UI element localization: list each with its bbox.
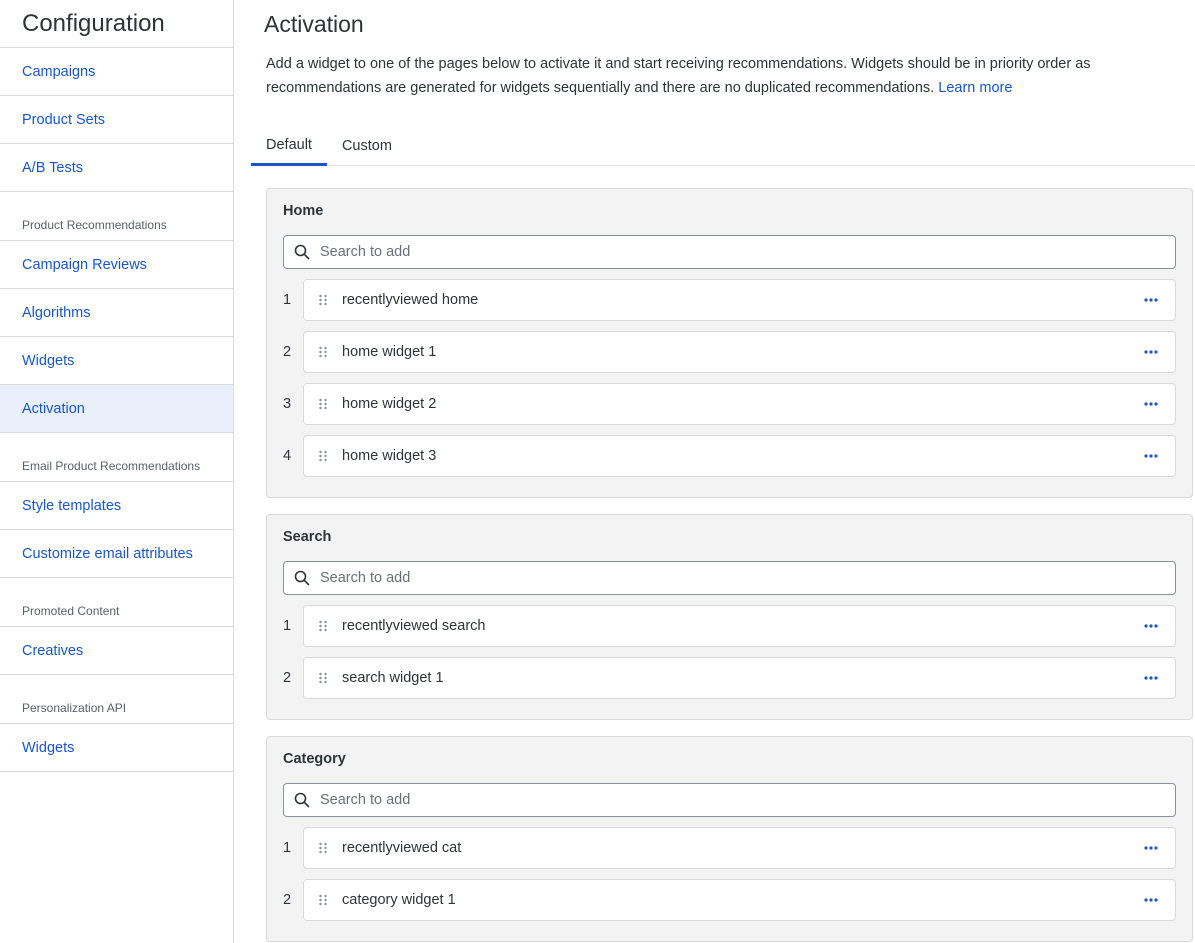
sidebar-item-ab-tests[interactable]: A/B Tests	[0, 144, 233, 192]
widget-name: search widget 1	[342, 670, 444, 686]
widget-name: home widget 3	[342, 448, 437, 464]
sidebar-item-campaign-reviews[interactable]: Campaign Reviews	[0, 241, 233, 289]
search-input[interactable]	[320, 792, 1160, 808]
card-title: Search	[283, 529, 332, 545]
sidebar-item-product-sets[interactable]: Product Sets	[0, 96, 233, 144]
search-input[interactable]	[320, 570, 1160, 586]
drag-handle-icon[interactable]	[318, 842, 328, 854]
drag-handle-icon[interactable]	[318, 294, 328, 306]
search-box	[283, 235, 1176, 269]
search-icon	[294, 570, 310, 586]
widget-item[interactable]: home widget 3	[303, 435, 1176, 477]
widget-order-number: 1	[283, 618, 292, 634]
widget-item[interactable]: recentlyviewed search	[303, 605, 1176, 647]
page-card-category: Category 1 recentlyviewed cat 2 category…	[266, 736, 1193, 942]
search-icon	[294, 244, 310, 260]
learn-more-link[interactable]: Learn more	[938, 80, 1012, 96]
widget-order-number: 2	[283, 344, 292, 360]
widget-name: home widget 2	[342, 396, 437, 412]
sidebar-section-heading: Product Recommendations	[0, 192, 233, 241]
drag-handle-icon[interactable]	[318, 398, 328, 410]
drag-handle-icon[interactable]	[318, 346, 328, 358]
widget-name: recentlyviewed search	[342, 618, 486, 634]
page-card-search: Search 1 recentlyviewed search 2 search …	[266, 514, 1193, 720]
more-options-icon[interactable]	[1137, 668, 1165, 688]
more-options-icon[interactable]	[1137, 446, 1165, 466]
tab-default[interactable]: Default	[251, 126, 327, 166]
widget-order-number: 4	[283, 448, 292, 464]
widget-name: recentlyviewed home	[342, 292, 479, 308]
widget-name: home widget 1	[342, 344, 437, 360]
sidebar-item-campaigns[interactable]: Campaigns	[0, 48, 233, 96]
widget-row: 1 recentlyviewed search	[283, 605, 1176, 647]
drag-handle-icon[interactable]	[318, 620, 328, 632]
widget-item[interactable]: category widget 1	[303, 879, 1176, 921]
page-title: Activation	[264, 11, 364, 37]
more-options-icon[interactable]	[1137, 394, 1165, 414]
sidebar-item-activation[interactable]: Activation	[0, 385, 233, 433]
tab-custom[interactable]: Custom	[327, 126, 407, 166]
main-content: Activation Add a widget to one of the pa…	[234, 0, 1195, 943]
tab-bar: Default Custom	[251, 126, 1195, 166]
widget-row: 1 recentlyviewed cat	[283, 827, 1176, 869]
sidebar-item-creatives[interactable]: Creatives	[0, 627, 233, 675]
widget-row: 2 search widget 1	[283, 657, 1176, 699]
drag-handle-icon[interactable]	[318, 672, 328, 684]
page-card-home: Home 1 recentlyviewed home 2 home widget…	[266, 188, 1193, 498]
widget-order-number: 2	[283, 892, 292, 908]
drag-handle-icon[interactable]	[318, 450, 328, 462]
widget-row: 1 recentlyviewed home	[283, 279, 1176, 321]
widget-row: 3 home widget 2	[283, 383, 1176, 425]
widget-item[interactable]: search widget 1	[303, 657, 1176, 699]
search-input[interactable]	[320, 244, 1160, 260]
widget-name: category widget 1	[342, 892, 456, 908]
more-options-icon[interactable]	[1137, 616, 1165, 636]
search-box	[283, 561, 1176, 595]
widget-order-number: 3	[283, 396, 292, 412]
widget-row: 2 category widget 1	[283, 879, 1176, 921]
sidebar-item-customize-email-attributes[interactable]: Customize email attributes	[0, 530, 233, 578]
widget-item[interactable]: recentlyviewed cat	[303, 827, 1176, 869]
sidebar: Configuration Campaigns Product Sets A/B…	[0, 0, 234, 943]
drag-handle-icon[interactable]	[318, 894, 328, 906]
sidebar-item-api-widgets[interactable]: Widgets	[0, 724, 233, 772]
card-title: Home	[283, 203, 324, 219]
page-description: Add a widget to one of the pages below t…	[266, 52, 1146, 100]
more-options-icon[interactable]	[1137, 290, 1165, 310]
search-box	[283, 783, 1176, 817]
widget-row: 2 home widget 1	[283, 331, 1176, 373]
sidebar-section-heading: Promoted Content	[0, 578, 233, 627]
widget-item[interactable]: home widget 2	[303, 383, 1176, 425]
sidebar-section-heading: Email Product Recommendations	[0, 433, 233, 482]
sidebar-item-style-templates[interactable]: Style templates	[0, 482, 233, 530]
widget-order-number: 1	[283, 292, 292, 308]
sidebar-item-widgets[interactable]: Widgets	[0, 337, 233, 385]
sidebar-item-algorithms[interactable]: Algorithms	[0, 289, 233, 337]
more-options-icon[interactable]	[1137, 838, 1165, 858]
widget-item[interactable]: recentlyviewed home	[303, 279, 1176, 321]
more-options-icon[interactable]	[1137, 890, 1165, 910]
widget-name: recentlyviewed cat	[342, 840, 462, 856]
card-title: Category	[283, 751, 346, 767]
widget-row: 4 home widget 3	[283, 435, 1176, 477]
widget-order-number: 1	[283, 840, 292, 856]
search-icon	[294, 792, 310, 808]
widget-order-number: 2	[283, 670, 292, 686]
widget-item[interactable]: home widget 1	[303, 331, 1176, 373]
more-options-icon[interactable]	[1137, 342, 1165, 362]
sidebar-section-heading: Personalization API	[0, 675, 233, 724]
sidebar-title: Configuration	[0, 0, 233, 48]
